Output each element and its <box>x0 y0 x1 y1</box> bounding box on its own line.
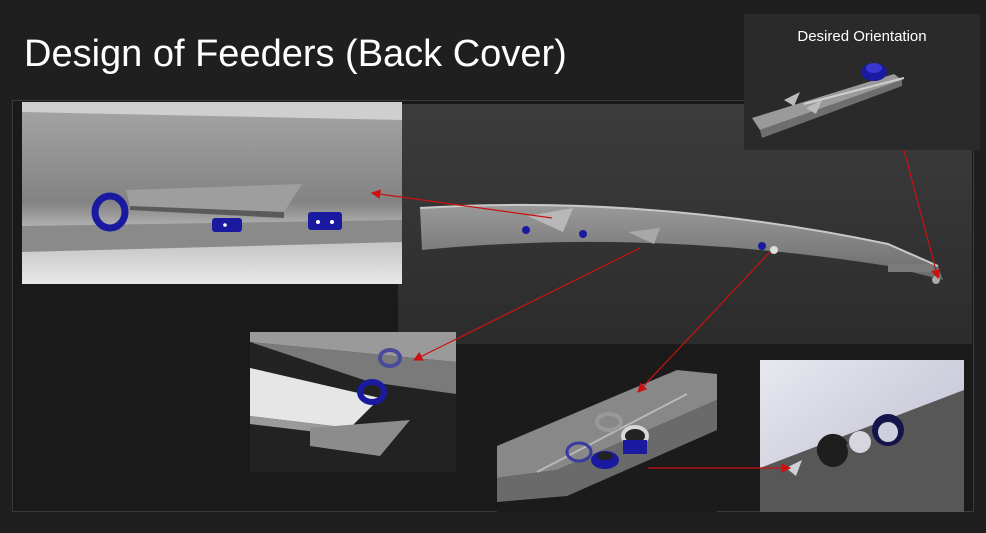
closeup-image-lower-middle <box>497 360 717 512</box>
slide-title: Design of Feeders (Back Cover) <box>24 33 567 75</box>
closeup-image-lower-left <box>250 332 456 472</box>
closeup-image-upper-left <box>22 102 402 284</box>
closeup-image-lower-right <box>760 360 964 512</box>
desired-orientation-inset: Desired Orientation <box>744 14 980 150</box>
